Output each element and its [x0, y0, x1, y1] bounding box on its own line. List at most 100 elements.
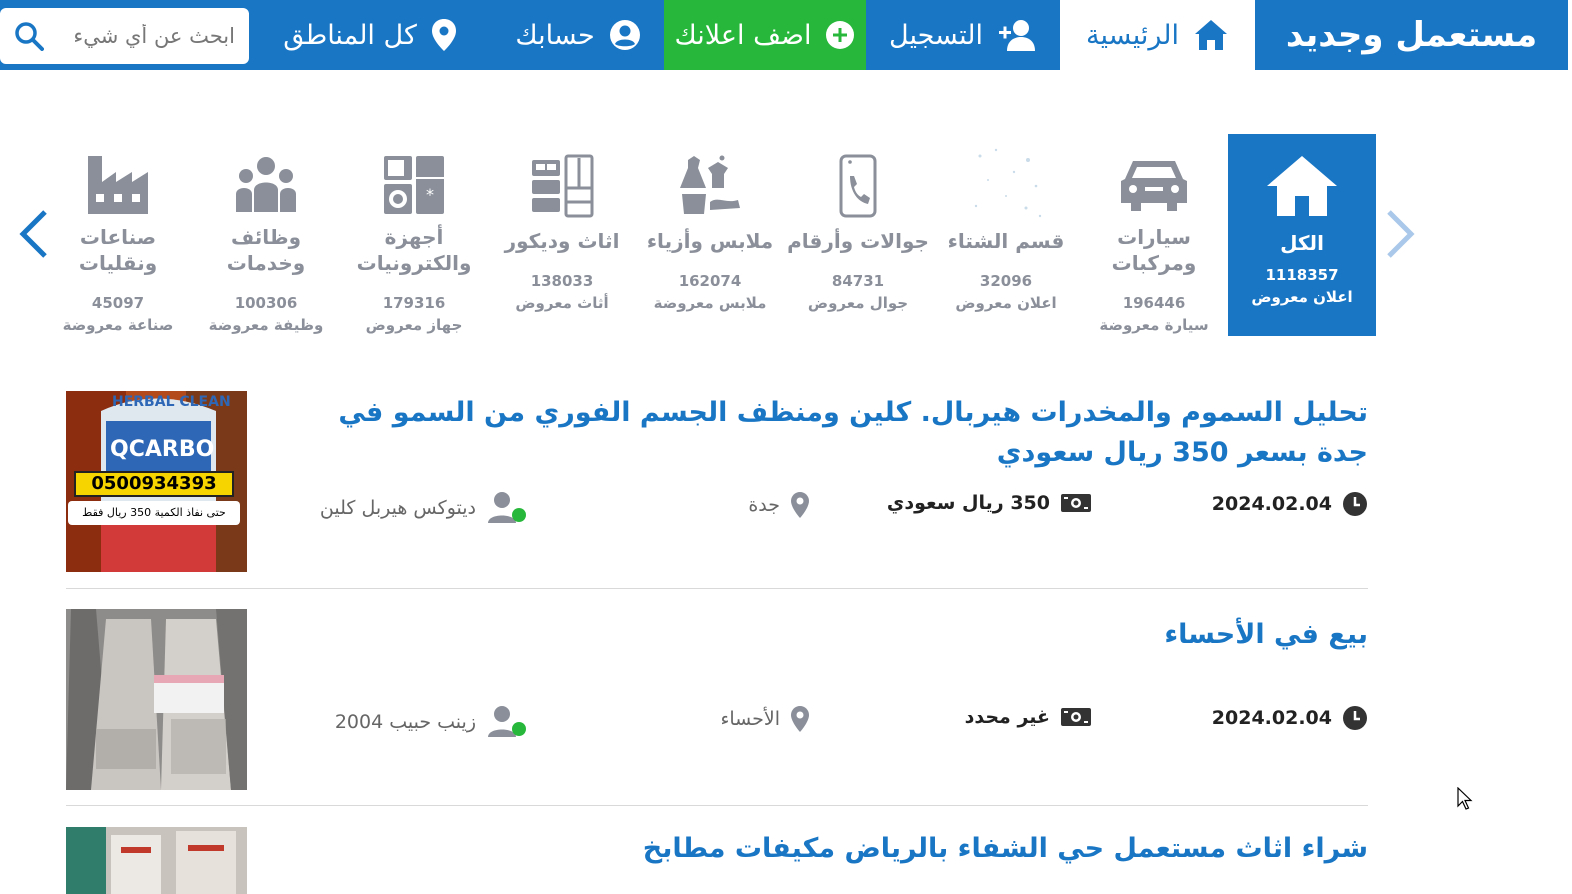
- clock-icon: [1343, 492, 1367, 516]
- nav-regions[interactable]: كل المناطق: [248, 0, 492, 70]
- money-icon: [1061, 708, 1091, 726]
- category-unit: جهاز معروض: [365, 316, 463, 334]
- listing-date-text: 2024.02.04: [1211, 493, 1332, 515]
- clock-icon: [1343, 706, 1367, 730]
- listing-image: [66, 609, 247, 790]
- category-phones[interactable]: جوالات وأرقام 84731 جوال معروض: [784, 134, 932, 336]
- listing-location[interactable]: الأحساء: [720, 705, 810, 733]
- listing-item[interactable]: شراء اثاث مستعمل حي الشفاء بالرياض مكيفا…: [66, 827, 1368, 894]
- furniture-icon: [532, 154, 594, 218]
- category-industries[interactable]: صناعات ونقليات 45097 صناعة معروضة: [44, 134, 192, 336]
- category-count: 100306: [234, 294, 298, 312]
- category-name: الكل: [1280, 231, 1324, 255]
- listing-item[interactable]: HERBAL CLEAN QCARBO 0500934393 حتى نفاذ …: [66, 391, 1368, 572]
- location-pin-icon: [791, 492, 809, 518]
- money-icon: [1061, 494, 1091, 512]
- nav-account-label: حسابك: [515, 19, 595, 51]
- category-count: 162074: [678, 272, 742, 290]
- nav-register-label: التسجيل: [889, 19, 983, 51]
- listing-thumbnail[interactable]: HERBAL CLEAN QCARBO 0500934393 حتى نفاذ …: [66, 391, 247, 572]
- listing-user[interactable]: زينب حبيب 2004: [335, 705, 528, 739]
- category-count: 179316: [382, 294, 446, 312]
- listing-price: 350 ريال سعودي: [887, 491, 1092, 515]
- category-jobs[interactable]: وظائف وخدمات 100306 وظيفة معروضة: [192, 134, 340, 336]
- phone-icon: [839, 154, 877, 218]
- nav-account[interactable]: حسابك: [492, 0, 664, 70]
- snow-icon: [974, 148, 1042, 218]
- listing-thumbnail[interactable]: [66, 609, 247, 790]
- listing-price-text: 350 ريال سعودي: [886, 492, 1050, 514]
- listing-divider: [66, 805, 1368, 806]
- site-logo[interactable]: مستعمل وجديد: [1255, 0, 1568, 70]
- listing-item[interactable]: بيع في الأحساء 2024.02.04 غير محدد الأحس…: [66, 609, 1368, 790]
- listing-thumbnail[interactable]: [66, 827, 247, 894]
- user-add-icon: [999, 20, 1035, 51]
- category-name: قسم الشتاء: [947, 229, 1065, 253]
- category-count: 138033: [530, 272, 594, 290]
- account-icon: [609, 20, 640, 50]
- listing-price: غير محدد: [965, 705, 1092, 729]
- listing-location[interactable]: جدة: [748, 491, 810, 519]
- home-icon: [1195, 20, 1227, 50]
- search-box: [0, 8, 249, 64]
- listing-title[interactable]: تحليل السموم والمخدرات هيربال. كلين ومنظ…: [308, 393, 1368, 473]
- category-count: 1118357: [1265, 266, 1339, 284]
- category-name: اثاث وديكور: [504, 229, 620, 253]
- nav-add-ad[interactable]: اضف اعلانك: [664, 0, 866, 70]
- thumb-price-note: حتى نفاذ الكمية 350 ريال فقط: [68, 501, 240, 525]
- location-pin-icon: [791, 706, 809, 732]
- categories-carousel: الكل 1118357 اعلان معروض سيارات ومركبات …: [0, 134, 1568, 339]
- category-unit: صناعة معروضة: [62, 316, 174, 334]
- listing-location-text: الأحساء: [720, 708, 780, 730]
- category-furniture[interactable]: اثاث وديكور 138033 أثاث معروض: [488, 134, 636, 336]
- carousel-prev-button[interactable]: [1380, 204, 1420, 264]
- category-cars[interactable]: سيارات ومركبات 196446 سيارة معروضة: [1080, 134, 1228, 336]
- people-icon: [236, 157, 296, 212]
- nav-home[interactable]: الرئيسية: [1060, 0, 1255, 70]
- listing-title[interactable]: بيع في الأحساء: [308, 615, 1368, 655]
- listing-price-text: غير محدد: [964, 706, 1050, 728]
- listing-image: [66, 827, 247, 894]
- search-input[interactable]: [54, 24, 235, 48]
- listing-date: 2024.02.04: [1212, 491, 1368, 517]
- category-clothes[interactable]: ملابس وأزياء 162074 ملابس معروضة: [636, 134, 784, 336]
- nav-register[interactable]: التسجيل: [866, 0, 1060, 70]
- category-unit: اعلان معروض: [1251, 288, 1353, 306]
- listing-user-text: زينب حبيب 2004: [334, 711, 476, 733]
- user-online-icon: [488, 492, 526, 523]
- plus-circle-icon: [826, 21, 855, 49]
- car-icon: [1121, 161, 1187, 211]
- listing-date: 2024.02.04: [1212, 705, 1368, 731]
- nav-regions-label: كل المناطق: [283, 19, 417, 51]
- category-unit: اعلان معروض: [955, 294, 1057, 312]
- top-navbar: مستعمل وجديد الرئيسية التسجيل اضف اعلانك…: [0, 0, 1568, 70]
- category-name: أجهزة والكترونيات: [356, 225, 472, 275]
- category-unit: وظيفة معروضة: [208, 316, 324, 334]
- category-name: سيارات ومركبات: [1111, 225, 1197, 275]
- nav-add-label: اضف اعلانك: [674, 19, 812, 51]
- listing-user[interactable]: ديتوكس هيربل كلين: [320, 491, 528, 525]
- category-count: 32096: [979, 272, 1033, 290]
- listing-divider: [66, 588, 1368, 589]
- category-unit: أثاث معروض: [515, 294, 609, 312]
- listing-title[interactable]: شراء اثاث مستعمل حي الشفاء بالرياض مكيفا…: [308, 829, 1368, 869]
- category-all[interactable]: الكل 1118357 اعلان معروض: [1228, 134, 1376, 336]
- category-appliances[interactable]: * أجهزة والكترونيات 179316 جهاز معروض: [340, 134, 488, 336]
- clothes-icon: [680, 155, 740, 214]
- thumb-brand: HERBAL CLEAN: [112, 394, 231, 410]
- category-name: وظائف وخدمات: [226, 225, 306, 275]
- category-winter[interactable]: قسم الشتاء 32096 اعلان معروض: [932, 134, 1080, 336]
- category-count: 45097: [91, 294, 145, 312]
- category-name: صناعات ونقليات: [78, 225, 158, 275]
- thumb-phone: 0500934393: [74, 471, 234, 497]
- search-icon[interactable]: [14, 21, 44, 51]
- home-icon: [1267, 156, 1337, 216]
- svg-text:*: *: [426, 185, 434, 204]
- carousel-next-button[interactable]: [14, 204, 54, 264]
- category-unit: جوال معروض: [807, 294, 909, 312]
- listing-user-text: ديتوكس هيربل كلين: [319, 497, 476, 519]
- listing-date-text: 2024.02.04: [1211, 707, 1332, 729]
- category-unit: ملابس معروضة: [653, 294, 767, 312]
- chevron-left-icon: [19, 210, 47, 258]
- category-name: ملابس وأزياء: [646, 229, 774, 253]
